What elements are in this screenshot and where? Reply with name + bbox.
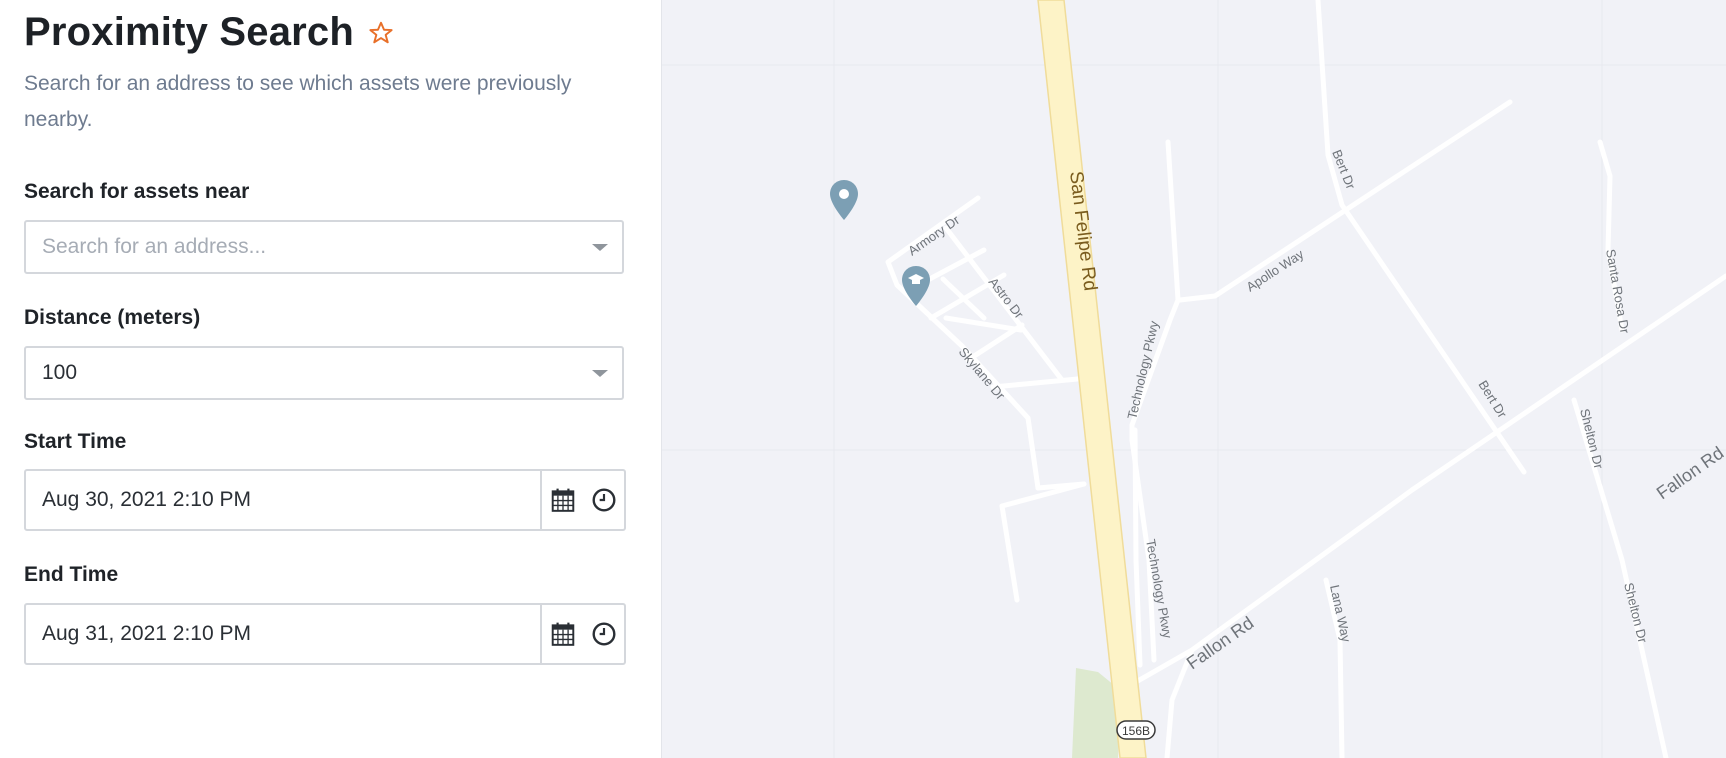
road-apollo (1177, 99, 1513, 303)
road-armory (885, 195, 981, 349)
distance-value: 100 (42, 361, 78, 384)
end-time-label: End Time (24, 563, 119, 586)
road-technology-lower (1132, 427, 1143, 668)
chevron-down-icon[interactable] (592, 244, 608, 251)
proximity-search-panel: Proximity Search Search for an address t… (0, 0, 662, 758)
label-lana: Lana Way (1327, 584, 1354, 644)
start-time-buttons (540, 471, 624, 529)
label-shelton-lower: Shelton Dr (1621, 581, 1651, 645)
end-time-value: Aug 31, 2021 2:10 PM (42, 622, 251, 645)
route-shield-label: 156B (1122, 724, 1150, 738)
label-bert-lower: Bert Dr (1475, 378, 1510, 421)
distance-label: Distance (meters) (24, 306, 201, 329)
road-shelton (1571, 397, 1669, 758)
start-time-label: Start Time (24, 430, 127, 453)
clock-icon[interactable] (590, 620, 618, 648)
page-subtitle: Search for an address to see which asset… (24, 72, 572, 131)
road-sanfelipe-conn (990, 375, 1091, 390)
start-time-field[interactable]: Aug 30, 2021 2:10 PM (24, 469, 626, 531)
address-search-input[interactable]: Search for an address... (24, 220, 624, 274)
start-time-value: Aug 30, 2021 2:10 PM (42, 488, 251, 511)
map-canvas[interactable]: 156B San Felipe Rd Armory Dr Astro Dr Sk… (662, 0, 1726, 758)
road-south-loop (999, 481, 1087, 603)
calendar-icon[interactable] (549, 620, 577, 648)
chevron-down-icon[interactable] (592, 370, 608, 377)
favorite-star-icon[interactable] (368, 20, 394, 46)
distance-select[interactable]: 100 (24, 346, 624, 400)
label-fallon-upper: Fallon Rd (1653, 443, 1726, 504)
clock-icon[interactable] (590, 486, 618, 514)
school-pin-icon[interactable] (902, 266, 930, 306)
label-fallon-lower: Fallon Rd (1183, 613, 1258, 674)
label-technology-lower: Technology Pkwy (1143, 538, 1175, 640)
route-shield-icon: 156B (1116, 720, 1156, 740)
end-time-buttons (540, 605, 624, 663)
end-time-field[interactable]: Aug 31, 2021 2:10 PM (24, 603, 626, 665)
page-title: Proximity Search (24, 10, 355, 54)
label-technology-upper: Technology Pkwy (1124, 319, 1161, 421)
search-label: Search for assets near (24, 180, 250, 203)
address-search-placeholder: Search for an address... (42, 235, 267, 258)
calendar-icon[interactable] (549, 486, 577, 514)
map-view[interactable]: 156B San Felipe Rd Armory Dr Astro Dr Sk… (662, 0, 1726, 758)
title-row: Proximity Search (24, 10, 394, 55)
label-astro: Astro Dr (986, 275, 1028, 322)
label-santa-rosa: Santa Rosa Dr (1603, 248, 1633, 335)
